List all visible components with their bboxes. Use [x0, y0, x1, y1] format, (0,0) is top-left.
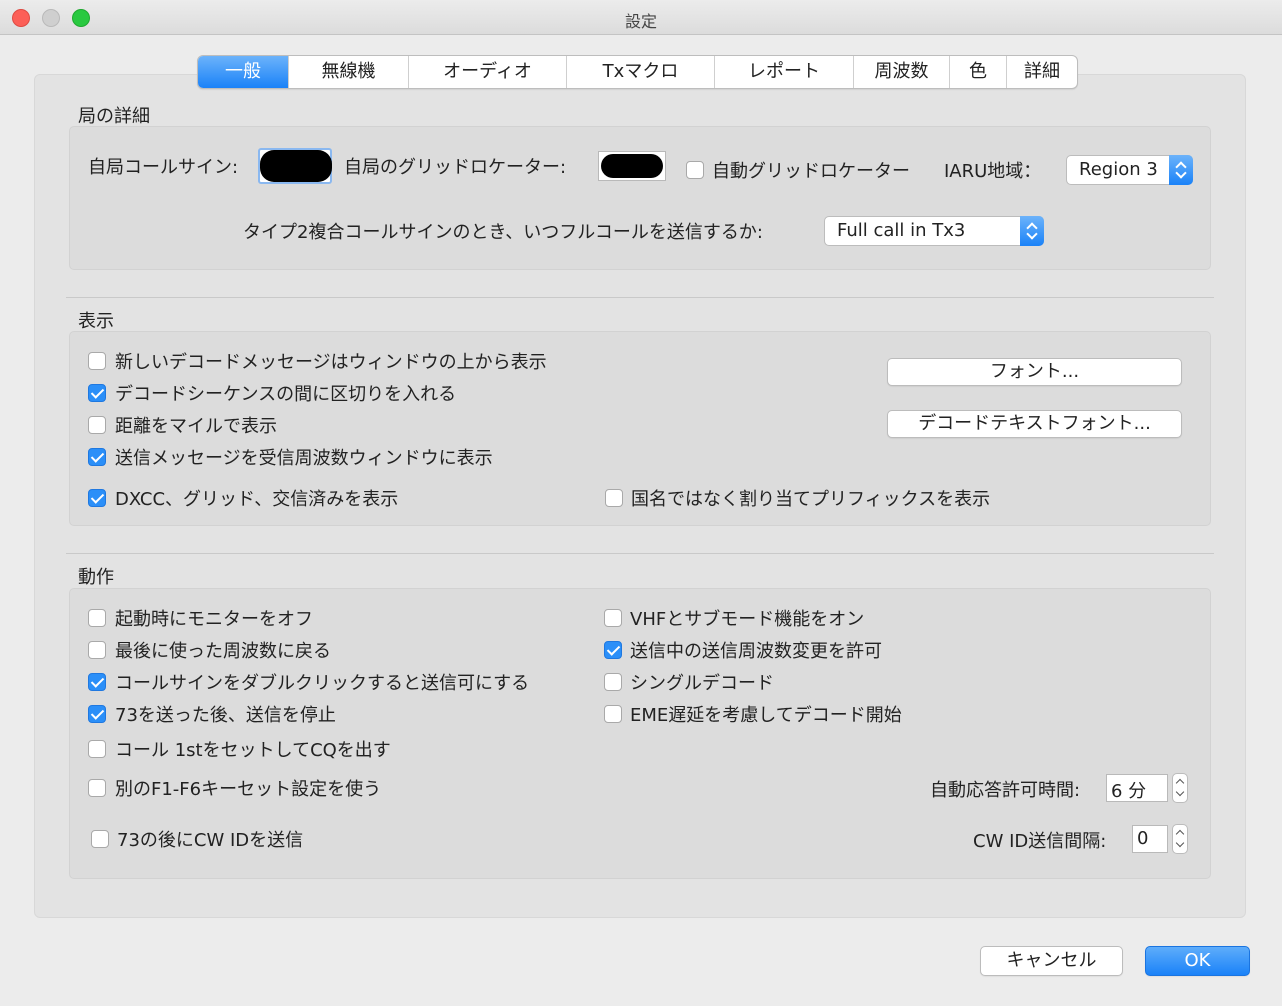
type2-value: Full call in Tx3 — [837, 220, 966, 241]
cw-id-interval-input[interactable]: 0 — [1132, 825, 1168, 853]
separator — [66, 553, 1214, 554]
tab-general[interactable]: 一般 — [198, 56, 289, 88]
iaru-region-select[interactable]: Region 3 — [1066, 155, 1193, 185]
checkbox-decode-separator[interactable] — [88, 384, 106, 402]
grid-input[interactable] — [598, 151, 666, 181]
checkbox-show-dxcc[interactable] — [88, 489, 106, 507]
tab-frequencies[interactable]: 周波数 — [854, 56, 950, 88]
checkbox-distance-miles[interactable] — [88, 416, 106, 434]
label-return-last-freq: 最後に使った周波数に戻る — [115, 641, 331, 662]
label-vhf-submode: VHFとサブモード機能をオン — [630, 609, 865, 630]
label-show-prefix: 国名ではなく割り当てプリフィックスを表示 — [631, 489, 991, 510]
cw-id-interval-value: 0 — [1137, 828, 1149, 849]
window-title: 設定 — [624, 12, 657, 31]
callsign-input[interactable] — [258, 148, 332, 184]
redaction-mark — [260, 150, 332, 182]
section-title-behavior: 動作 — [78, 567, 114, 588]
checkbox-stop-after-73[interactable] — [88, 705, 106, 723]
auto-grid-checkbox[interactable] — [686, 161, 704, 179]
checkbox-show-prefix[interactable] — [605, 489, 623, 507]
cancel-button[interactable]: キャンセル — [980, 946, 1123, 976]
label-alt-f1-f6: 別のF1-F6キーセット設定を使う — [115, 779, 382, 800]
auto-grid-label: 自動グリッドロケーター — [712, 161, 910, 182]
cw-id-interval-stepper[interactable] — [1172, 824, 1188, 854]
auto-reply-value: 6 分 — [1111, 781, 1147, 802]
tab-reporting[interactable]: レポート — [715, 56, 854, 88]
label-single-decode: シングルデコード — [630, 673, 774, 694]
label-eme-delay: EME遅延を考慮してデコード開始 — [630, 705, 902, 726]
tab-colors[interactable]: 色 — [950, 56, 1007, 88]
label-monitor-off: 起動時にモニターをオフ — [115, 609, 313, 630]
tab-bar: 一般 無線機 オーディオ Txマクロ レポート 周波数 色 詳細 — [197, 55, 1078, 89]
type2-select[interactable]: Full call in Tx3 — [824, 216, 1044, 246]
checkbox-cw-id-after-73[interactable] — [91, 830, 109, 848]
section-title-display: 表示 — [78, 311, 114, 332]
label-show-dxcc: DXCC、グリッド、交信済みを表示 — [115, 489, 399, 510]
tab-radio[interactable]: 無線機 — [289, 56, 409, 88]
select-arrows-icon — [1169, 155, 1193, 185]
separator — [66, 297, 1214, 298]
decoded-text-font-button[interactable]: デコードテキストフォント... — [887, 410, 1182, 438]
tab-advanced[interactable]: 詳細 — [1007, 56, 1077, 88]
checkbox-single-decode[interactable] — [604, 673, 622, 691]
callsign-label: 自局コールサイン: — [88, 157, 239, 178]
checkbox-alt-f1-f6[interactable] — [88, 779, 106, 797]
grid-label: 自局のグリッドロケーター: — [344, 157, 567, 178]
label-stop-after-73: 73を送った後、送信を停止 — [115, 705, 336, 726]
cw-id-interval-label: CW ID送信間隔: — [973, 831, 1107, 852]
section-title-station: 局の詳細 — [78, 106, 150, 127]
checkbox-vhf-submode[interactable] — [604, 609, 622, 627]
checkbox-eme-delay[interactable] — [604, 705, 622, 723]
label-tx-in-rx-window: 送信メッセージを受信周波数ウィンドウに表示 — [115, 448, 493, 469]
iaru-region-value: Region 3 — [1079, 159, 1158, 180]
ok-button[interactable]: OK — [1145, 946, 1250, 976]
label-call-1st-cq: コール 1stをセットしてCQを出す — [115, 740, 391, 761]
auto-reply-stepper[interactable] — [1172, 773, 1188, 803]
checkbox-double-click-tx[interactable] — [88, 673, 106, 691]
checkbox-allow-tx-freq-change[interactable] — [604, 641, 622, 659]
tab-tx-macros[interactable]: Txマクロ — [567, 56, 715, 88]
title-bar: 設定 — [0, 0, 1282, 35]
checkbox-return-last-freq[interactable] — [88, 641, 106, 659]
type2-label: タイプ2複合コールサインのとき、いつフルコールを送信するか: — [243, 222, 763, 243]
label-decode-top: 新しいデコードメッセージはウィンドウの上から表示 — [115, 352, 547, 373]
label-distance-miles: 距離をマイルで表示 — [115, 416, 277, 437]
checkbox-monitor-off[interactable] — [88, 609, 106, 627]
iaru-label: IARU地域： — [944, 161, 1042, 182]
select-arrows-icon — [1020, 216, 1044, 246]
auto-reply-label: 自動応答許可時間: — [930, 780, 1081, 801]
checkbox-tx-in-rx-window[interactable] — [88, 448, 106, 466]
label-double-click-tx: コールサインをダブルクリックすると送信可にする — [115, 673, 530, 694]
redaction-mark — [601, 154, 663, 178]
checkbox-decode-top[interactable] — [88, 352, 106, 370]
auto-reply-input[interactable]: 6 分 — [1106, 774, 1168, 802]
tab-audio[interactable]: オーディオ — [409, 56, 567, 88]
label-decode-separator: デコードシーケンスの間に区切りを入れる — [115, 384, 457, 405]
label-allow-tx-freq-change: 送信中の送信周波数変更を許可 — [630, 641, 882, 662]
checkbox-call-1st-cq[interactable] — [88, 740, 106, 758]
font-button[interactable]: フォント... — [887, 358, 1182, 386]
label-cw-id-after-73: 73の後にCW IDを送信 — [117, 830, 304, 851]
station-panel — [69, 126, 1211, 270]
